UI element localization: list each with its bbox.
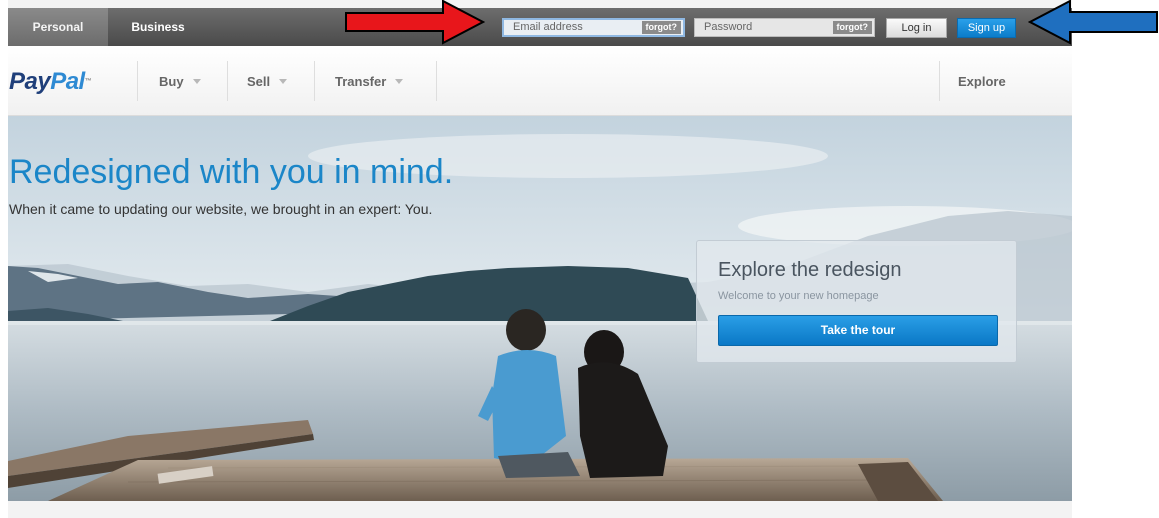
password-forgot-link[interactable]: forgot? [832,21,872,34]
logo-pal: Pal [50,68,85,95]
chevron-down-icon [395,79,404,84]
paypal-homepage: Personal Business Email address forgot? … [8,0,1072,518]
email-forgot-link[interactable]: forgot? [641,21,681,34]
arrow-left-icon [1028,0,1158,45]
logo-pay: Pay [9,68,51,95]
explore-promo-card: Explore the redesign Welcome to your new… [696,240,1017,363]
nav-divider [314,61,315,101]
nav-item-sell[interactable]: Sell [247,74,288,89]
signup-button[interactable]: Sign up [957,18,1016,38]
email-field[interactable]: Email address forgot? [502,18,685,37]
hero-subline: When it came to updating our website, we… [9,201,433,217]
nav-item-explore[interactable]: Explore [958,74,1006,89]
nav-item-transfer[interactable]: Transfer [335,74,404,89]
email-placeholder: Email address [513,21,583,33]
hero-headline: Redesigned with you in mind. [9,153,454,191]
nav-item-label: Sell [247,74,271,89]
login-button[interactable]: Log in [886,18,947,38]
hero-banner: Redesigned with you in mind. When it cam… [8,116,1072,501]
password-placeholder: Password [704,21,753,33]
chevron-down-icon [192,79,201,84]
nav-divider [227,61,228,101]
nav-divider [939,61,940,101]
promo-title: Explore the redesign [718,259,902,281]
main-nav: PayPal™ Buy Sell Transfer Explore [8,46,1072,116]
nav-divider [436,61,437,101]
arrow-right-icon [345,0,485,45]
nav-item-buy[interactable]: Buy [159,74,201,89]
password-field[interactable]: Password forgot? [694,18,875,37]
nav-item-label: Transfer [335,74,387,89]
tab-personal[interactable]: Personal [8,8,108,46]
paypal-logo[interactable]: PayPal™ [9,68,92,95]
top-bar: Personal Business Email address forgot? … [8,8,1072,46]
chevron-down-icon [279,79,288,84]
nav-item-label: Buy [159,74,184,89]
tab-business[interactable]: Business [108,8,208,46]
nav-divider [137,61,138,101]
take-tour-button[interactable]: Take the tour [718,315,998,346]
promo-subtitle: Welcome to your new homepage [718,290,879,302]
